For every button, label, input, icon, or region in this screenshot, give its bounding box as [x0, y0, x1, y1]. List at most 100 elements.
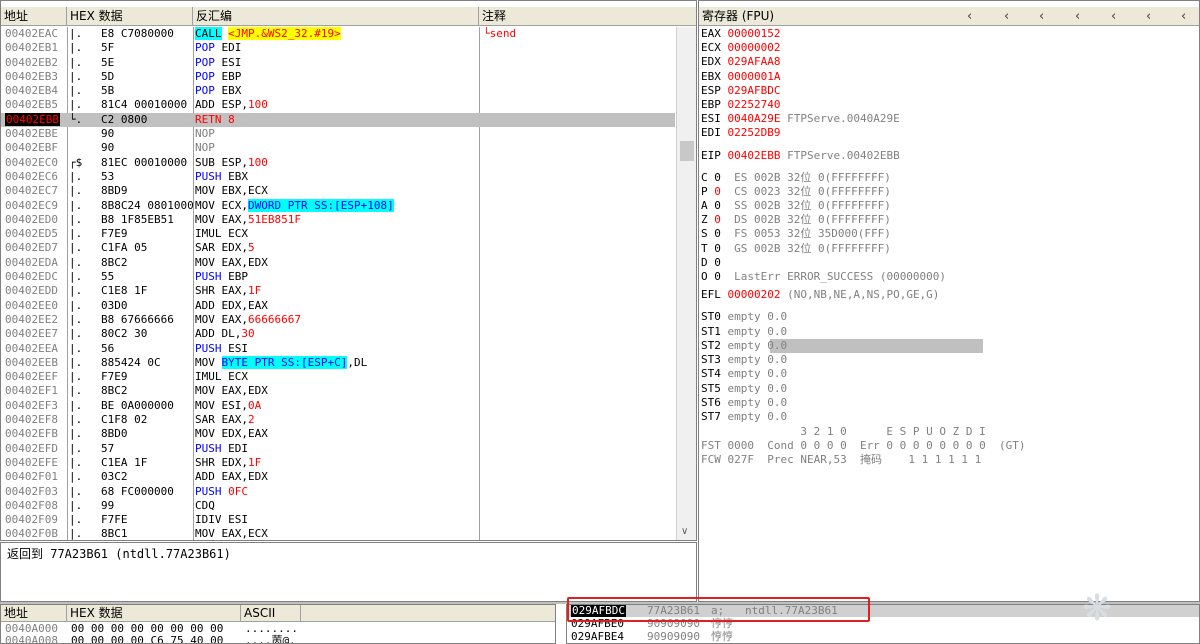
disasm-row[interactable]: 00402EFB |. 8BD0 MOV EDX,EAX: [1, 427, 675, 441]
flag-bit[interactable]: 0: [714, 171, 721, 184]
disasm-row[interactable]: 00402ED7 |. C1FA 05 SAR EDX,5: [1, 241, 675, 255]
row-address[interactable]: 00402F09: [5, 513, 65, 527]
flag-bit[interactable]: 0: [714, 213, 721, 226]
row-instruction[interactable]: MOV ECX,DWORD PTR SS:[ESP+108]: [195, 198, 477, 213]
row-address[interactable]: 00402EDD: [5, 284, 65, 298]
fpu-reg-value[interactable]: empty 0.0: [728, 325, 788, 338]
scrollbar-thumb[interactable]: [680, 141, 694, 161]
register-line[interactable]: ECX 00000002: [701, 41, 787, 55]
register-line[interactable]: EAX 00000152: [701, 27, 787, 41]
disasm-row[interactable]: 00402EB5 |. 81C4 00010000 ADD ESP,100: [1, 98, 675, 112]
row-address[interactable]: 00402EE0: [5, 299, 65, 313]
flag-bit[interactable]: 0: [714, 227, 721, 240]
chevron-left-icon[interactable]: ‹: [1146, 7, 1151, 26]
row-instruction[interactable]: POP ESI: [195, 56, 477, 70]
row-address[interactable]: 00402EBB: [5, 112, 65, 127]
chevron-left-icon[interactable]: ‹: [1111, 7, 1116, 26]
row-address[interactable]: 00402EEF: [5, 370, 65, 384]
row-instruction[interactable]: MOV EAX,ECX: [195, 527, 477, 540]
disasm-row[interactable]: 00402EAC |. E8 C7080000 CALL <JMP.&WS2_32.#…: [1, 27, 675, 41]
disasm-row[interactable]: 00402EBE 90 NOP: [1, 127, 675, 141]
disasm-row[interactable]: 00402EEB |. 885424 0C MOV BYTE PTR SS:[ESP+…: [1, 355, 675, 370]
disasm-row[interactable]: 00402F03 |. 68 FC000000 PUSH 0FC: [1, 485, 675, 499]
registers-title[interactable]: 寄存器 (FPU): [702, 7, 774, 26]
disasm-row[interactable]: 00402F08 |. 99 CDQ: [1, 499, 675, 513]
disasm-row[interactable]: 00402EB4 |. 5B POP EBX: [1, 84, 675, 98]
row-address[interactable]: 00402EC6: [5, 170, 65, 184]
flag-line[interactable]: A 0 SS 002B 32位 0(FFFFFFFF): [701, 199, 891, 213]
row-instruction[interactable]: PUSH EBX: [195, 170, 477, 184]
row-instruction[interactable]: NOP: [195, 141, 477, 155]
register-value[interactable]: 029AFBDC: [728, 84, 781, 97]
row-address[interactable]: 00402EB2: [5, 56, 65, 70]
fpu-reg-value[interactable]: empty 0.0: [728, 382, 788, 395]
flag-line[interactable]: T 0 GS 002B 32位 0(FFFFFFFF): [701, 242, 891, 256]
fpu-line[interactable]: ST5 empty 0.0: [701, 382, 787, 396]
row-instruction[interactable]: MOV EBX,ECX: [195, 184, 477, 198]
register-value[interactable]: 00402EBB: [728, 149, 781, 162]
disasm-row[interactable]: 00402EF8 |. C1F8 02 SAR EAX,2: [1, 413, 675, 427]
fpu-reg-value[interactable]: empty 0.0: [728, 367, 788, 380]
disasm-row[interactable]: 00402EDA |. 8BC2 MOV EAX,EDX: [1, 256, 675, 270]
row-instruction[interactable]: ADD ESP,100: [195, 98, 477, 112]
row-address[interactable]: 00402EEA: [5, 342, 65, 356]
row-instruction[interactable]: SHR EDX,1F: [195, 456, 477, 470]
flag-bit[interactable]: 0: [714, 256, 721, 269]
flag-line[interactable]: C 0 ES 002B 32位 0(FFFFFFFF): [701, 171, 891, 185]
row-address[interactable]: 00402EDA: [5, 256, 65, 270]
dump-col-address-header[interactable]: 地址: [1, 605, 67, 622]
row-address[interactable]: 00402EF1: [5, 384, 65, 398]
disassembly-scrollbar[interactable]: ∨: [676, 27, 696, 540]
row-instruction[interactable]: NOP: [195, 127, 477, 141]
flag-bit[interactable]: 0: [714, 242, 721, 255]
fpu-line[interactable]: ST6 empty 0.0: [701, 396, 787, 410]
flag-line[interactable]: Z 0 DS 002B 32位 0(FFFFFFFF): [701, 213, 891, 227]
fpu-reg-value[interactable]: empty 0.0: [728, 339, 788, 352]
col-hex-header[interactable]: HEX 数据: [67, 7, 193, 26]
row-address[interactable]: 00402F03: [5, 485, 65, 499]
disasm-row[interactable]: 00402EC6 |. 53 PUSH EBX: [1, 170, 675, 184]
chevron-left-icon[interactable]: ‹: [1004, 7, 1009, 26]
stack-address[interactable]: 029AFBE4: [571, 630, 624, 643]
disasm-row[interactable]: 00402EC7 |. 8BD9 MOV EBX,ECX: [1, 184, 675, 198]
row-address[interactable]: 00402EFB: [5, 427, 65, 441]
flag-line[interactable]: D 0: [701, 256, 734, 270]
col-address-header[interactable]: 地址: [1, 7, 67, 26]
row-instruction[interactable]: CALL <JMP.&WS2_32.#19>: [195, 27, 477, 41]
row-address[interactable]: 00402EFE: [5, 456, 65, 470]
disasm-row[interactable]: 00402EDD |. C1E8 1F SHR EAX,1F: [1, 284, 675, 298]
row-address[interactable]: 00402EC9: [5, 199, 65, 213]
row-address[interactable]: 00402EC0: [5, 156, 65, 170]
fpu-line[interactable]: ST0 empty 0.0: [701, 310, 787, 324]
register-value[interactable]: 02252DB9: [728, 126, 781, 139]
row-instruction[interactable]: IDIV ESI: [195, 513, 477, 527]
flag-line[interactable]: S 0 FS 0053 32位 35D000(FFF): [701, 227, 891, 241]
register-value[interactable]: 00000152: [728, 27, 781, 40]
chevron-left-icon[interactable]: ‹: [1075, 7, 1080, 26]
memory-dump-pane[interactable]: 地址 HEX 数据 ASCII 0040A000 00 00 00 00 00 0…: [0, 604, 556, 644]
row-address[interactable]: 00402EEB: [5, 356, 65, 370]
flag-line[interactable]: O 0 LastErr ERROR_SUCCESS (00000000): [701, 270, 946, 284]
disasm-row[interactable]: 00402EB2 |. 5E POP ESI: [1, 56, 675, 70]
row-instruction[interactable]: PUSH EDI: [195, 442, 477, 456]
flag-bit[interactable]: 0: [714, 270, 721, 283]
fpu-reg-value[interactable]: empty 0.0: [728, 410, 788, 423]
disassembly-pane[interactable]: 地址 HEX 数据 反汇编 注释 00402EAC |. E8 C7080000 CA…: [0, 0, 697, 541]
disasm-row[interactable]: 00402F09 |. F7FE IDIV ESI: [1, 513, 675, 527]
row-instruction[interactable]: SAR EDX,5: [195, 241, 477, 255]
stack-row[interactable]: 029AFBE4 90909090 悙悙: [567, 630, 1199, 643]
row-address[interactable]: 00402EB1: [5, 41, 65, 55]
fcw-line[interactable]: FCW 027F Prec NEAR,53 掩码 1 1 1 1 1 1: [701, 453, 981, 467]
register-value[interactable]: 00000202: [728, 288, 781, 301]
chevron-left-icon[interactable]: ‹: [967, 7, 972, 26]
row-instruction[interactable]: ADD DL,30: [195, 327, 477, 341]
row-address[interactable]: 00402F0B: [5, 527, 65, 540]
row-address[interactable]: 00402EB3: [5, 70, 65, 84]
efl-line[interactable]: EFL 00000202 (NO,NB,NE,A,NS,PO,GE,G): [701, 288, 939, 302]
register-line[interactable]: ESI 0040A29E FTPServe.0040A29E: [701, 112, 900, 126]
row-instruction[interactable]: PUSH EBP: [195, 270, 477, 284]
row-instruction[interactable]: SHR EAX,1F: [195, 284, 477, 298]
dump-row[interactable]: 0040A008 00 00 00 00 C6 75 40 00 ....苪@.: [1, 635, 555, 644]
disasm-row[interactable]: 00402EE2 |. B8 67666666 MOV EAX,66666667: [1, 313, 675, 327]
flag-line[interactable]: P 0 CS 0023 32位 0(FFFFFFFF): [701, 185, 891, 199]
